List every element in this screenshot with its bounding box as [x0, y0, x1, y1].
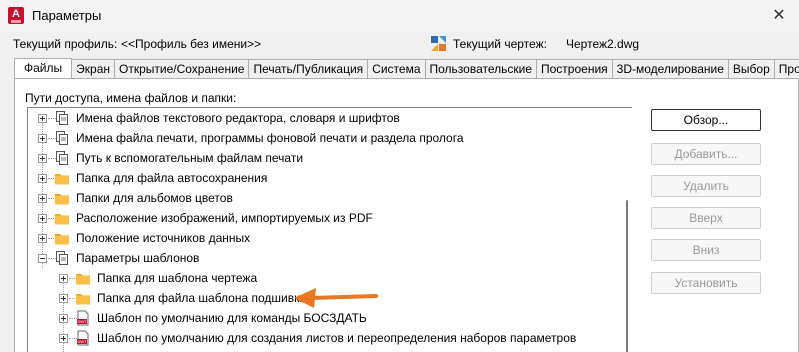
tree-item-label: Путь к вспомогательным файлам печати	[76, 151, 304, 165]
move-up-button[interactable]: Вверх	[651, 207, 761, 229]
svg-text:DWT: DWT	[77, 319, 87, 324]
svg-text:DWT: DWT	[77, 339, 87, 344]
paths-label: Пути доступа, имена файлов и папки:	[25, 91, 237, 105]
add-button[interactable]: Добавить...	[651, 143, 761, 165]
tree-item-label: Параметры шаблонов	[76, 251, 200, 265]
tree-scrollbar[interactable]	[618, 108, 635, 352]
tree-item-label: Имена файлов текстового редактора, слова…	[76, 111, 400, 125]
close-icon[interactable]: ✕	[769, 6, 789, 26]
autocad-app-icon: A	[8, 7, 24, 24]
tab-plot-publish[interactable]: Печать/Публикация	[249, 59, 369, 80]
tree-item[interactable]: Положение источников данных	[28, 228, 618, 248]
current-profile-value: <<Профиль без имени>>	[121, 37, 262, 51]
folder-icon	[54, 170, 70, 186]
tree-item-label: Шаблон по умолчанию для создания листов …	[97, 331, 577, 345]
expand-icon[interactable]	[38, 194, 47, 203]
scrollbar-thumb[interactable]	[626, 200, 628, 352]
tab-display[interactable]: Экран	[72, 59, 115, 80]
drawing-icon	[431, 36, 446, 51]
tab-system[interactable]: Система	[368, 59, 426, 80]
tree-item[interactable]: DWT Шаблон по умолчанию для создания лист…	[28, 328, 618, 348]
tree-item-label: Папки для альбомов цветов	[76, 191, 233, 205]
expand-icon[interactable]	[59, 274, 68, 283]
current-profile-label: Текущий профиль:	[13, 37, 118, 51]
folder-icon	[54, 190, 70, 206]
files-icon	[54, 150, 70, 166]
expand-icon[interactable]	[38, 154, 47, 163]
files-icon	[54, 130, 70, 146]
expand-icon[interactable]	[38, 114, 47, 123]
tree-item[interactable]: Расположение изображений, импортируемых …	[28, 208, 618, 228]
tab-user-preferences[interactable]: Пользовательские	[425, 59, 537, 80]
current-drawing-label: Текущий чертеж:	[453, 37, 547, 51]
orange-arrow-icon	[294, 288, 378, 308]
tree-item[interactable]: Папки для альбомов цветов	[28, 188, 618, 208]
tab-profiles[interactable]: Профили	[774, 59, 799, 80]
folder-icon	[75, 270, 91, 286]
tree-item-label: Папка для шаблона чертежа	[97, 271, 258, 285]
files-icon	[54, 250, 70, 266]
dwt-file-icon: DWT	[75, 330, 91, 346]
folder-icon	[54, 230, 70, 246]
folder-icon	[54, 210, 70, 226]
tab-open-save[interactable]: Открытие/Сохранение	[115, 59, 250, 80]
tree-item-label: Папка для файла автосохранения	[76, 171, 268, 185]
current-drawing-value: Чертеж2.dwg	[566, 37, 640, 51]
folder-icon	[75, 290, 91, 306]
tab-3d-modeling[interactable]: 3D-моделирование	[612, 59, 729, 80]
tree-item-label: Имена файла печати, программы фоновой пе…	[76, 131, 464, 145]
tree-item-label: Положение источников данных	[76, 231, 251, 245]
tree-item[interactable]: Путь к вспомогательным файлам печати	[28, 148, 618, 168]
remove-button[interactable]: Удалить	[651, 175, 761, 197]
tab-strip: Файлы Экран Открытие/Сохранение Печать/П…	[14, 58, 799, 80]
expand-icon[interactable]	[38, 214, 47, 223]
expand-icon[interactable]	[59, 294, 68, 303]
tab-files[interactable]: Файлы	[14, 58, 73, 80]
move-down-button[interactable]: Вниз	[651, 239, 761, 261]
title-bar: A Параметры ✕	[0, 0, 799, 32]
tree-item[interactable]: Параметры шаблонов	[28, 248, 618, 268]
tree-item[interactable]: Папка для шаблона чертежа	[28, 268, 618, 288]
expand-icon[interactable]	[38, 234, 47, 243]
tree-item[interactable]: Имена файлов текстового редактора, слова…	[28, 108, 618, 128]
profile-row: Текущий профиль: <<Профиль без имени>> Т…	[0, 36, 799, 53]
tree-item[interactable]: Имена файла печати, программы фоновой пе…	[28, 128, 618, 148]
expand-icon[interactable]	[38, 174, 47, 183]
tree-item-label: Папка для файла шаблона подшивки	[97, 291, 307, 305]
window-title: Параметры	[32, 8, 102, 23]
dwt-file-icon: DWT	[75, 310, 91, 326]
tree-item-label: Расположение изображений, импортируемых …	[76, 211, 373, 225]
files-tab-panel: Пути доступа, имена файлов и папки: Имен…	[14, 78, 799, 352]
set-current-button[interactable]: Установить	[651, 272, 761, 294]
expand-icon[interactable]	[38, 134, 47, 143]
tree-item[interactable]: Папка для файла автосохранения	[28, 168, 618, 188]
expand-icon[interactable]	[59, 314, 68, 323]
browse-button[interactable]: Обзор...	[651, 109, 761, 131]
tab-drafting[interactable]: Построения	[537, 59, 613, 80]
expand-icon[interactable]	[59, 334, 68, 343]
collapse-icon[interactable]	[38, 254, 47, 263]
tab-selection[interactable]: Выбор	[728, 59, 775, 80]
files-icon	[54, 110, 70, 126]
